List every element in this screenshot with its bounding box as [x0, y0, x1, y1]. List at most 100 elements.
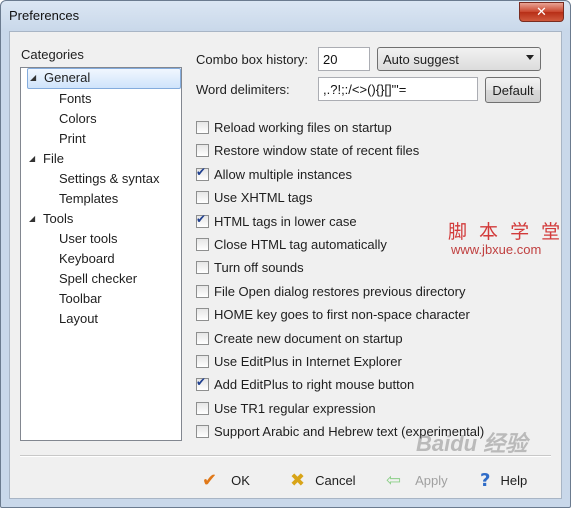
option-label: Allow multiple instances [214, 166, 353, 182]
option-checkbox-row[interactable]: Turn off sounds [196, 258, 304, 276]
tree-item-label: Tools [43, 211, 74, 226]
checkbox[interactable] [196, 284, 209, 298]
tree-item-label: Fonts [59, 91, 92, 106]
auto-suggest-value: Auto suggest [383, 52, 459, 67]
tree-item-label: Spell checker [59, 271, 138, 286]
tree-item-keyboard[interactable]: Keyboard [59, 249, 115, 268]
tree-item-label: Keyboard [59, 251, 115, 266]
ok-label: OK [231, 472, 250, 488]
checkbox[interactable]: ✔ [196, 165, 209, 181]
option-checkbox-row[interactable]: Use TR1 regular expression [196, 399, 376, 417]
option-checkbox-row[interactable]: Use EditPlus in Internet Explorer [196, 352, 402, 370]
auto-suggest-select[interactable]: Auto suggest [377, 47, 541, 71]
option-checkbox-row[interactable]: Close HTML tag automatically [196, 235, 387, 253]
tree-item-label: General [44, 70, 91, 85]
tree-item-fonts[interactable]: Fonts [59, 89, 92, 108]
default-button[interactable]: Default [485, 77, 541, 103]
checkmark-icon: ✔ [202, 469, 218, 491]
window-title: Preferences [9, 8, 80, 23]
combo-history-label: Combo box history: [196, 52, 308, 67]
option-checkbox-row[interactable]: ✔ Add EditPlus to right mouse button [196, 375, 414, 393]
tree-item-toolbar[interactable]: Toolbar [59, 289, 102, 308]
tree-item-print[interactable]: Print [59, 129, 86, 148]
checkbox[interactable] [196, 331, 209, 345]
option-label: File Open dialog restores previous direc… [214, 283, 466, 299]
word-delimiters-label: Word delimiters: [196, 82, 290, 97]
tree-item-label: User tools [59, 231, 118, 246]
option-checkbox-row[interactable]: Restore window state of recent files [196, 141, 419, 159]
arrow-left-icon: ⇦ [386, 469, 402, 491]
x-icon: ✖ [290, 469, 306, 491]
cancel-label: Cancel [315, 472, 356, 488]
tree-item-layout[interactable]: Layout [59, 309, 98, 328]
checkbox[interactable] [196, 401, 209, 415]
option-checkbox-row[interactable]: HOME key goes to first non-space charact… [196, 305, 470, 323]
option-label: Restore window state of recent files [214, 142, 420, 158]
word-delimiters-input[interactable] [318, 77, 478, 101]
checkmark-icon: ✔ [196, 211, 207, 226]
option-label: HTML tags in lower case [214, 213, 357, 229]
preferences-dialog: Preferences ✕ Categories ◢ General Fonts… [0, 0, 571, 508]
ok-button[interactable]: ✔ OK [202, 468, 250, 492]
tree-item-colors[interactable]: Colors [59, 109, 97, 128]
expanded-triangle-icon[interactable]: ◢ [29, 149, 35, 168]
expanded-triangle-icon[interactable]: ◢ [30, 69, 36, 86]
option-checkbox-row[interactable]: ✔ HTML tags in lower case [196, 212, 357, 230]
checkbox[interactable] [196, 260, 209, 274]
option-label: Close HTML tag automatically [214, 236, 387, 252]
categories-heading: Categories [21, 47, 84, 62]
tree-item-spell-checker[interactable]: Spell checker [59, 269, 137, 288]
title-bar[interactable]: Preferences ✕ [1, 1, 570, 31]
checkbox[interactable]: ✔ [196, 374, 209, 391]
help-label: Help [500, 472, 528, 488]
checkbox[interactable] [196, 190, 209, 204]
checkmark-icon: ✔ [196, 374, 207, 389]
checkbox[interactable] [196, 143, 209, 157]
tree-item-label: Layout [59, 311, 99, 326]
option-checkbox-row[interactable]: File Open dialog restores previous direc… [196, 282, 465, 300]
option-label: Reload working files on startup [214, 119, 392, 135]
cancel-button[interactable]: ✖ Cancel [290, 468, 356, 492]
option-label: Use XHTML tags [214, 189, 313, 205]
option-label: Use EditPlus in Internet Explorer [214, 353, 402, 369]
tree-item-label: Toolbar [59, 291, 102, 306]
tree-item-user-tools[interactable]: User tools [59, 229, 118, 248]
chevron-down-icon [526, 55, 534, 60]
watermark-site-url: www.jbxue.com [451, 242, 542, 257]
checkbox[interactable] [196, 354, 209, 368]
checkbox[interactable] [196, 120, 209, 134]
watermark-site-name: 脚 本 学 堂 [448, 221, 564, 243]
close-icon: ✕ [536, 4, 547, 20]
apply-label: Apply [415, 472, 448, 488]
tree-item-general[interactable]: ◢ General [27, 68, 181, 89]
option-label: Turn off sounds [214, 259, 304, 275]
option-label: Add EditPlus to right mouse button [214, 376, 415, 392]
tree-item-label: Print [59, 131, 86, 146]
close-button[interactable]: ✕ [519, 2, 564, 22]
default-button-label: Default [492, 82, 534, 98]
option-checkbox-row[interactable]: Use XHTML tags [196, 188, 313, 206]
expanded-triangle-icon[interactable]: ◢ [29, 209, 35, 228]
checkbox[interactable] [196, 307, 209, 321]
help-button[interactable]: ? Help [480, 468, 527, 492]
question-icon: ? [480, 469, 491, 491]
checkbox[interactable] [196, 237, 209, 251]
tree-item-settings-syntax[interactable]: Settings & syntax [59, 169, 159, 188]
combo-history-input[interactable] [318, 47, 370, 71]
tree-item-templates[interactable]: Templates [59, 189, 118, 208]
tree-item-label: Colors [59, 111, 97, 126]
checkbox[interactable] [196, 424, 209, 438]
apply-button[interactable]: ⇦ Apply [386, 468, 448, 492]
tree-item-label: Templates [59, 191, 119, 206]
option-label: Create new document on startup [214, 330, 403, 346]
watermark-baidu: Baidu 经验 [416, 431, 528, 456]
option-label: Use TR1 regular expression [214, 400, 376, 416]
option-checkbox-row[interactable]: Create new document on startup [196, 329, 403, 347]
tree-item-label: File [43, 151, 64, 166]
option-label: HOME key goes to first non-space charact… [214, 306, 470, 322]
checkbox[interactable]: ✔ [196, 211, 209, 228]
categories-tree[interactable]: ◢ General Fonts Colors Print ◢ File Sett… [20, 67, 182, 441]
option-checkbox-row[interactable]: Reload working files on startup [196, 118, 392, 136]
tree-item-label: Settings & syntax [59, 171, 160, 186]
option-checkbox-row[interactable]: ✔ Allow multiple instances [196, 165, 352, 183]
